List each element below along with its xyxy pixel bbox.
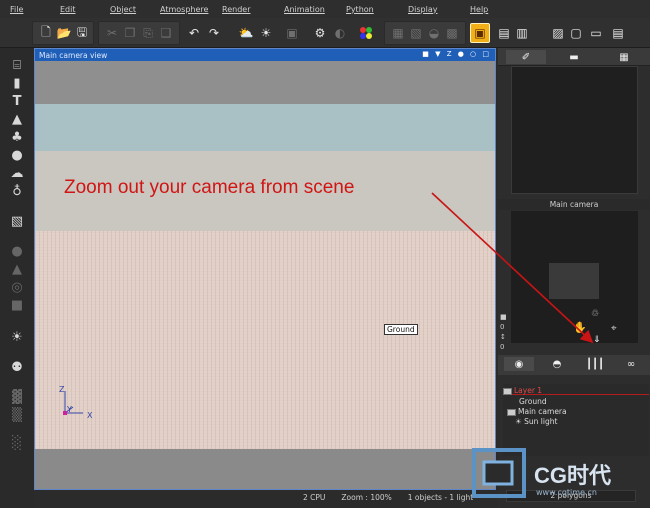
cg-logo-icon — [472, 448, 526, 498]
watermark-url: www.cgtime.cn — [536, 488, 597, 497]
annotation-arrow — [431, 192, 594, 344]
watermark: CG时代 www.cgtime.cn — [470, 444, 650, 504]
watermark-brand: CG时代 — [534, 463, 612, 488]
